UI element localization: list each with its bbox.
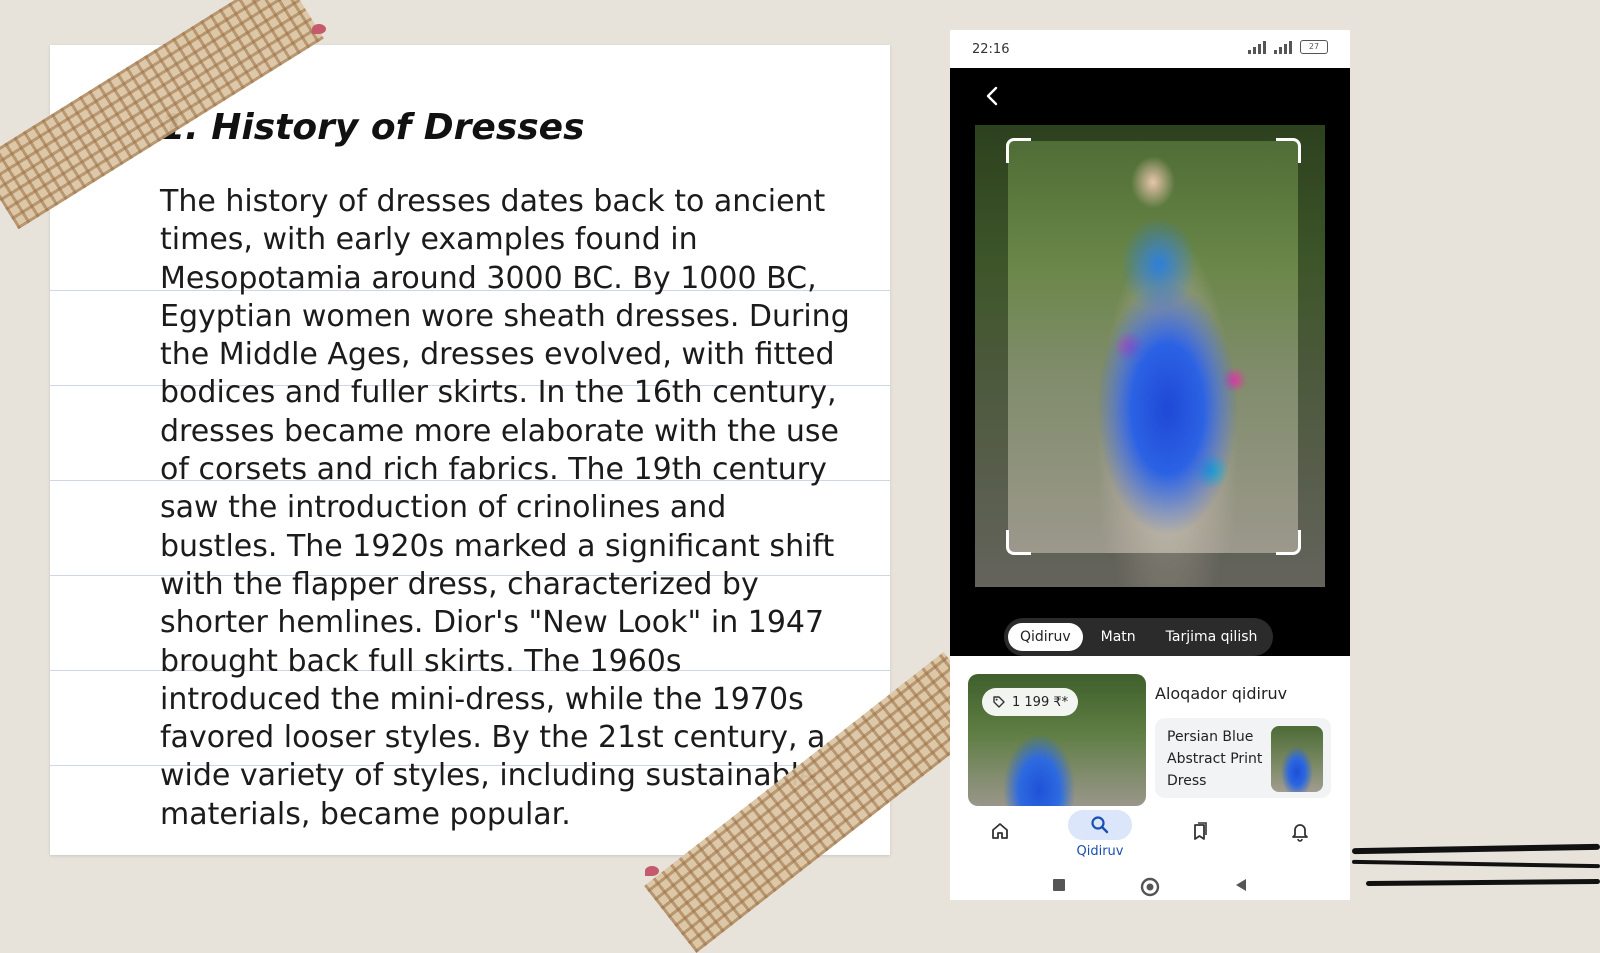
bell-icon [1292,824,1308,842]
crop-handle-bottom-right[interactable] [1276,530,1301,555]
selection-area-photo[interactable] [1008,141,1298,553]
pin-icon [645,866,659,876]
status-bar: 22:16 27 [950,30,1350,68]
recents-icon [1053,879,1065,891]
related-search-chip[interactable]: Persian Blue Abstract Print Dress [1155,718,1331,798]
related-search-thumbnail [1271,726,1323,792]
nav-saved[interactable] [1160,810,1240,866]
related-search-label: Persian Blue Abstract Print Dress [1167,729,1263,789]
home-circle-icon [1140,877,1160,897]
home-icon [992,823,1008,839]
result-card[interactable]: 1 199 ₹* [968,674,1146,806]
nav-notifications-icon-wrap [1268,816,1332,846]
back-triangle-icon [1236,879,1246,891]
bottom-navigation: Qidiruv [950,806,1350,870]
slide-body-text: The history of dresses dates back to anc… [160,184,850,832]
recents-button[interactable] [1050,876,1068,898]
price-tag-icon [993,696,1005,708]
back-system-button[interactable] [1232,876,1250,898]
status-time: 22:16 [972,42,1010,57]
phone-screenshot: 22:16 27 Qidiruv Matn Tarjima qilish 1 1… [950,30,1350,900]
nav-search-label: Qidiruv [1076,844,1124,859]
chevron-left-icon [986,86,998,106]
price-badge: 1 199 ₹* [982,688,1079,716]
nav-search-icon-wrap [1068,810,1132,840]
search-results: 1 199 ₹* Aloqador qidiruv Persian Blue A… [950,656,1350,806]
nav-search[interactable]: Qidiruv [1060,810,1140,866]
nav-notifications[interactable] [1260,810,1340,866]
search-icon [1091,816,1109,834]
mode-tab-search[interactable]: Qidiruv [1008,623,1083,651]
signal-4g-icon [1274,40,1292,54]
note-paper: 1. History of Dresses The history of dre… [50,45,890,855]
system-navigation-bar [950,870,1350,900]
nav-home[interactable] [960,810,1040,866]
mode-tab-translate[interactable]: Tarjima qilish [1154,623,1270,651]
home-system-button[interactable] [1139,876,1161,900]
slide-title: 1. History of Dresses [160,107,585,148]
nav-saved-icon-wrap [1168,816,1232,846]
crop-handle-bottom-left[interactable] [1006,530,1031,555]
status-icons: 27 [1248,40,1328,54]
related-search-title: Aloqador qidiruv [1155,684,1288,703]
lens-mode-switcher: Qidiruv Matn Tarjima qilish [1004,618,1274,656]
brush-stroke [1351,859,1600,869]
bookmarks-icon [1194,822,1207,840]
brush-stroke [1351,843,1600,855]
pin-icon [312,24,326,34]
brush-stroke [1365,878,1600,887]
crop-handle-top-left[interactable] [1006,138,1031,163]
lens-camera-view: Qidiruv Matn Tarjima qilish [950,68,1350,656]
crop-handle-top-right[interactable] [1276,138,1301,163]
nav-home-icon-wrap [968,816,1032,846]
battery-icon: 27 [1300,40,1328,54]
back-button[interactable] [980,83,1006,109]
signal-icon [1248,40,1266,54]
price-text: 1 199 ₹* [1012,694,1069,710]
mode-tab-text[interactable]: Matn [1089,623,1148,651]
